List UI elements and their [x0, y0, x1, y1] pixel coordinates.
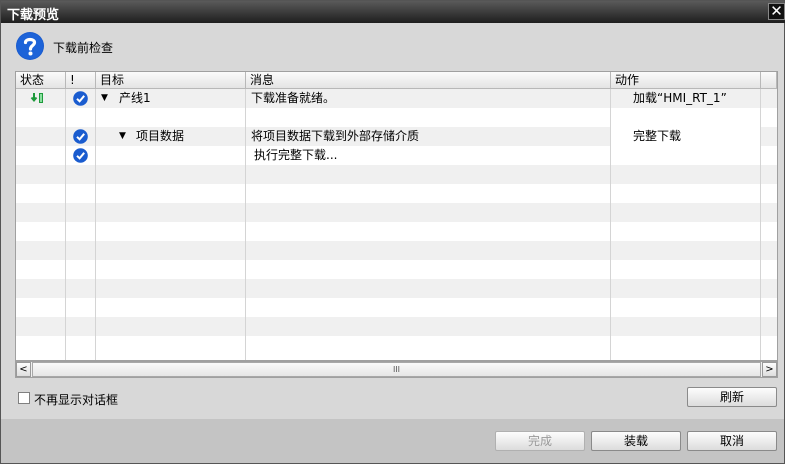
table-row	[16, 317, 777, 336]
table-row[interactable]: ▼ 产线1 下载准备就绪。 加载“HMI_RT_1”	[16, 89, 777, 108]
action-cell[interactable]: 加载“HMI_RT_1”	[633, 89, 727, 108]
table-row	[16, 298, 777, 317]
column-header-exclamation[interactable]: !	[66, 72, 96, 89]
table-row	[16, 165, 777, 184]
download-table: 状态 ! 目标 消息 动作 ▼ 产线1 下载准备就绪。 加载“HMI_RT_1”	[15, 71, 778, 361]
column-header-filler	[761, 72, 777, 89]
expand-arrow-icon[interactable]: ▼	[119, 127, 126, 146]
message-cell: 执行完整下载...	[254, 148, 338, 162]
table-row[interactable]: 执行完整下载...	[16, 146, 777, 165]
column-divider	[95, 89, 96, 360]
column-divider	[610, 89, 611, 360]
footer-bar: 完成 装载 取消	[1, 419, 784, 463]
column-divider	[760, 89, 761, 360]
column-divider	[65, 89, 66, 360]
table-row	[16, 222, 777, 241]
expand-arrow-icon[interactable]: ▼	[101, 89, 108, 108]
column-header-message[interactable]: 消息	[246, 72, 611, 89]
target-cell: 产线1	[119, 91, 151, 105]
table-row	[16, 260, 777, 279]
column-divider	[245, 89, 246, 360]
horizontal-scrollbar[interactable]: < III >	[15, 361, 778, 378]
window-title: 下载预览	[7, 8, 60, 23]
close-button[interactable]: ✕	[768, 3, 785, 20]
finish-button[interactable]: 完成	[495, 431, 585, 451]
table-row	[16, 203, 777, 222]
dont-show-again-checkbox[interactable]	[18, 392, 30, 404]
check-icon[interactable]	[73, 148, 88, 163]
table-row	[16, 108, 777, 127]
scroll-left-button[interactable]: <	[16, 362, 31, 377]
check-icon[interactable]	[73, 91, 88, 106]
question-icon	[16, 32, 44, 60]
cancel-button[interactable]: 取消	[687, 431, 777, 451]
column-header-status[interactable]: 状态	[16, 72, 66, 89]
download-preview-dialog: 下载预览 ✕ 下载前检查 状态 ! 目标 消息 动作 ▼ 产线1 下载准备就绪。…	[0, 0, 785, 464]
check-icon[interactable]	[73, 129, 88, 144]
download-status-icon	[30, 93, 43, 103]
column-header-target[interactable]: 目标	[96, 72, 246, 89]
table-row[interactable]: ▼ 项目数据 将项目数据下载到外部存储介质 完整下载	[16, 127, 777, 146]
column-header-action[interactable]: 动作	[611, 72, 761, 89]
header-title: 下载前检查	[53, 41, 114, 55]
message-cell: 下载准备就绪。	[251, 91, 336, 105]
scroll-right-button[interactable]: >	[762, 362, 777, 377]
message-cell: 将项目数据下载到外部存储介质	[251, 129, 420, 143]
load-button[interactable]: 装载	[591, 431, 681, 451]
refresh-button[interactable]: 刷新	[687, 387, 777, 407]
target-cell: 项目数据	[136, 129, 185, 143]
title-bar[interactable]: 下载预览 ✕	[1, 1, 785, 23]
action-cell[interactable]: 完整下载	[611, 127, 761, 146]
scrollbar-thumb[interactable]: III	[32, 362, 761, 377]
table-row	[16, 184, 777, 203]
table-row	[16, 279, 777, 298]
table-row	[16, 241, 777, 260]
dont-show-again-label[interactable]: 不再显示对话框	[34, 391, 118, 408]
table-row	[16, 336, 777, 355]
